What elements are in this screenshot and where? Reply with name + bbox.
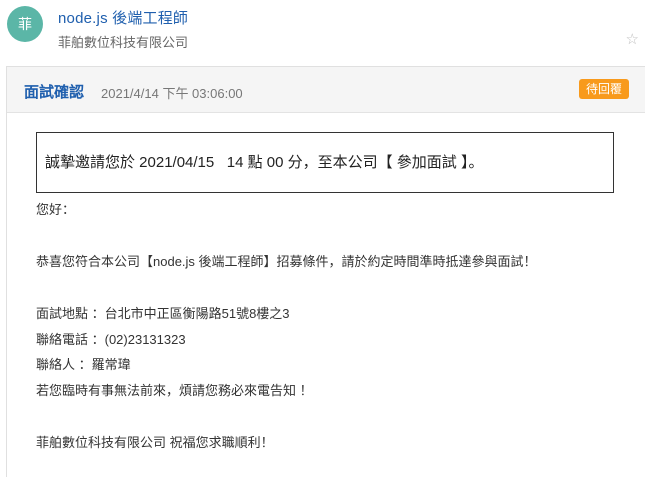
message-header: 菲 node.js 後端工程師 菲舶數位科技有限公司 ☆: [0, 0, 645, 62]
card-header: 面試確認 2021/4/14 下午 03:06:00 待回覆: [7, 67, 645, 113]
star-icon[interactable]: ☆: [626, 30, 639, 48]
interview-card: 面試確認 2021/4/14 下午 03:06:00 待回覆 誠摯邀請您於 20…: [6, 66, 645, 477]
location-text: 面試地點 ：台北市中正區衡陽路51號8樓之3: [36, 306, 290, 321]
greeting-text: 您好：: [36, 202, 76, 217]
closing-text: 菲舶數位科技有限公司 祝福您求職順利！: [36, 435, 274, 450]
company-name: 菲舶數位科技有限公司: [58, 35, 189, 50]
status-badge: 待回覆: [578, 79, 629, 99]
notice-text: 若您臨時有事無法前來，煩請您務必來電告知 ！: [36, 383, 313, 398]
contact-text: 聯絡人 ：羅常瑋: [36, 357, 131, 372]
phone-text: 聯絡電話 ：(02)23131323: [36, 332, 186, 347]
job-title-link[interactable]: node.js 後端工程師: [58, 7, 188, 28]
congrats-text: 恭喜您符合本公司【node.js 後端工程師】招募條件，請於約定時間準時抵達參與…: [36, 254, 537, 269]
company-avatar[interactable]: 菲: [7, 6, 43, 42]
card-timestamp: 2021/4/14 下午 03:06:00: [101, 86, 243, 101]
invite-box: 誠摯邀請您於 2021/04/15 14 點 00 分，至本公司【 參加面試 】…: [36, 132, 614, 193]
card-title: 面試確認: [24, 84, 85, 101]
